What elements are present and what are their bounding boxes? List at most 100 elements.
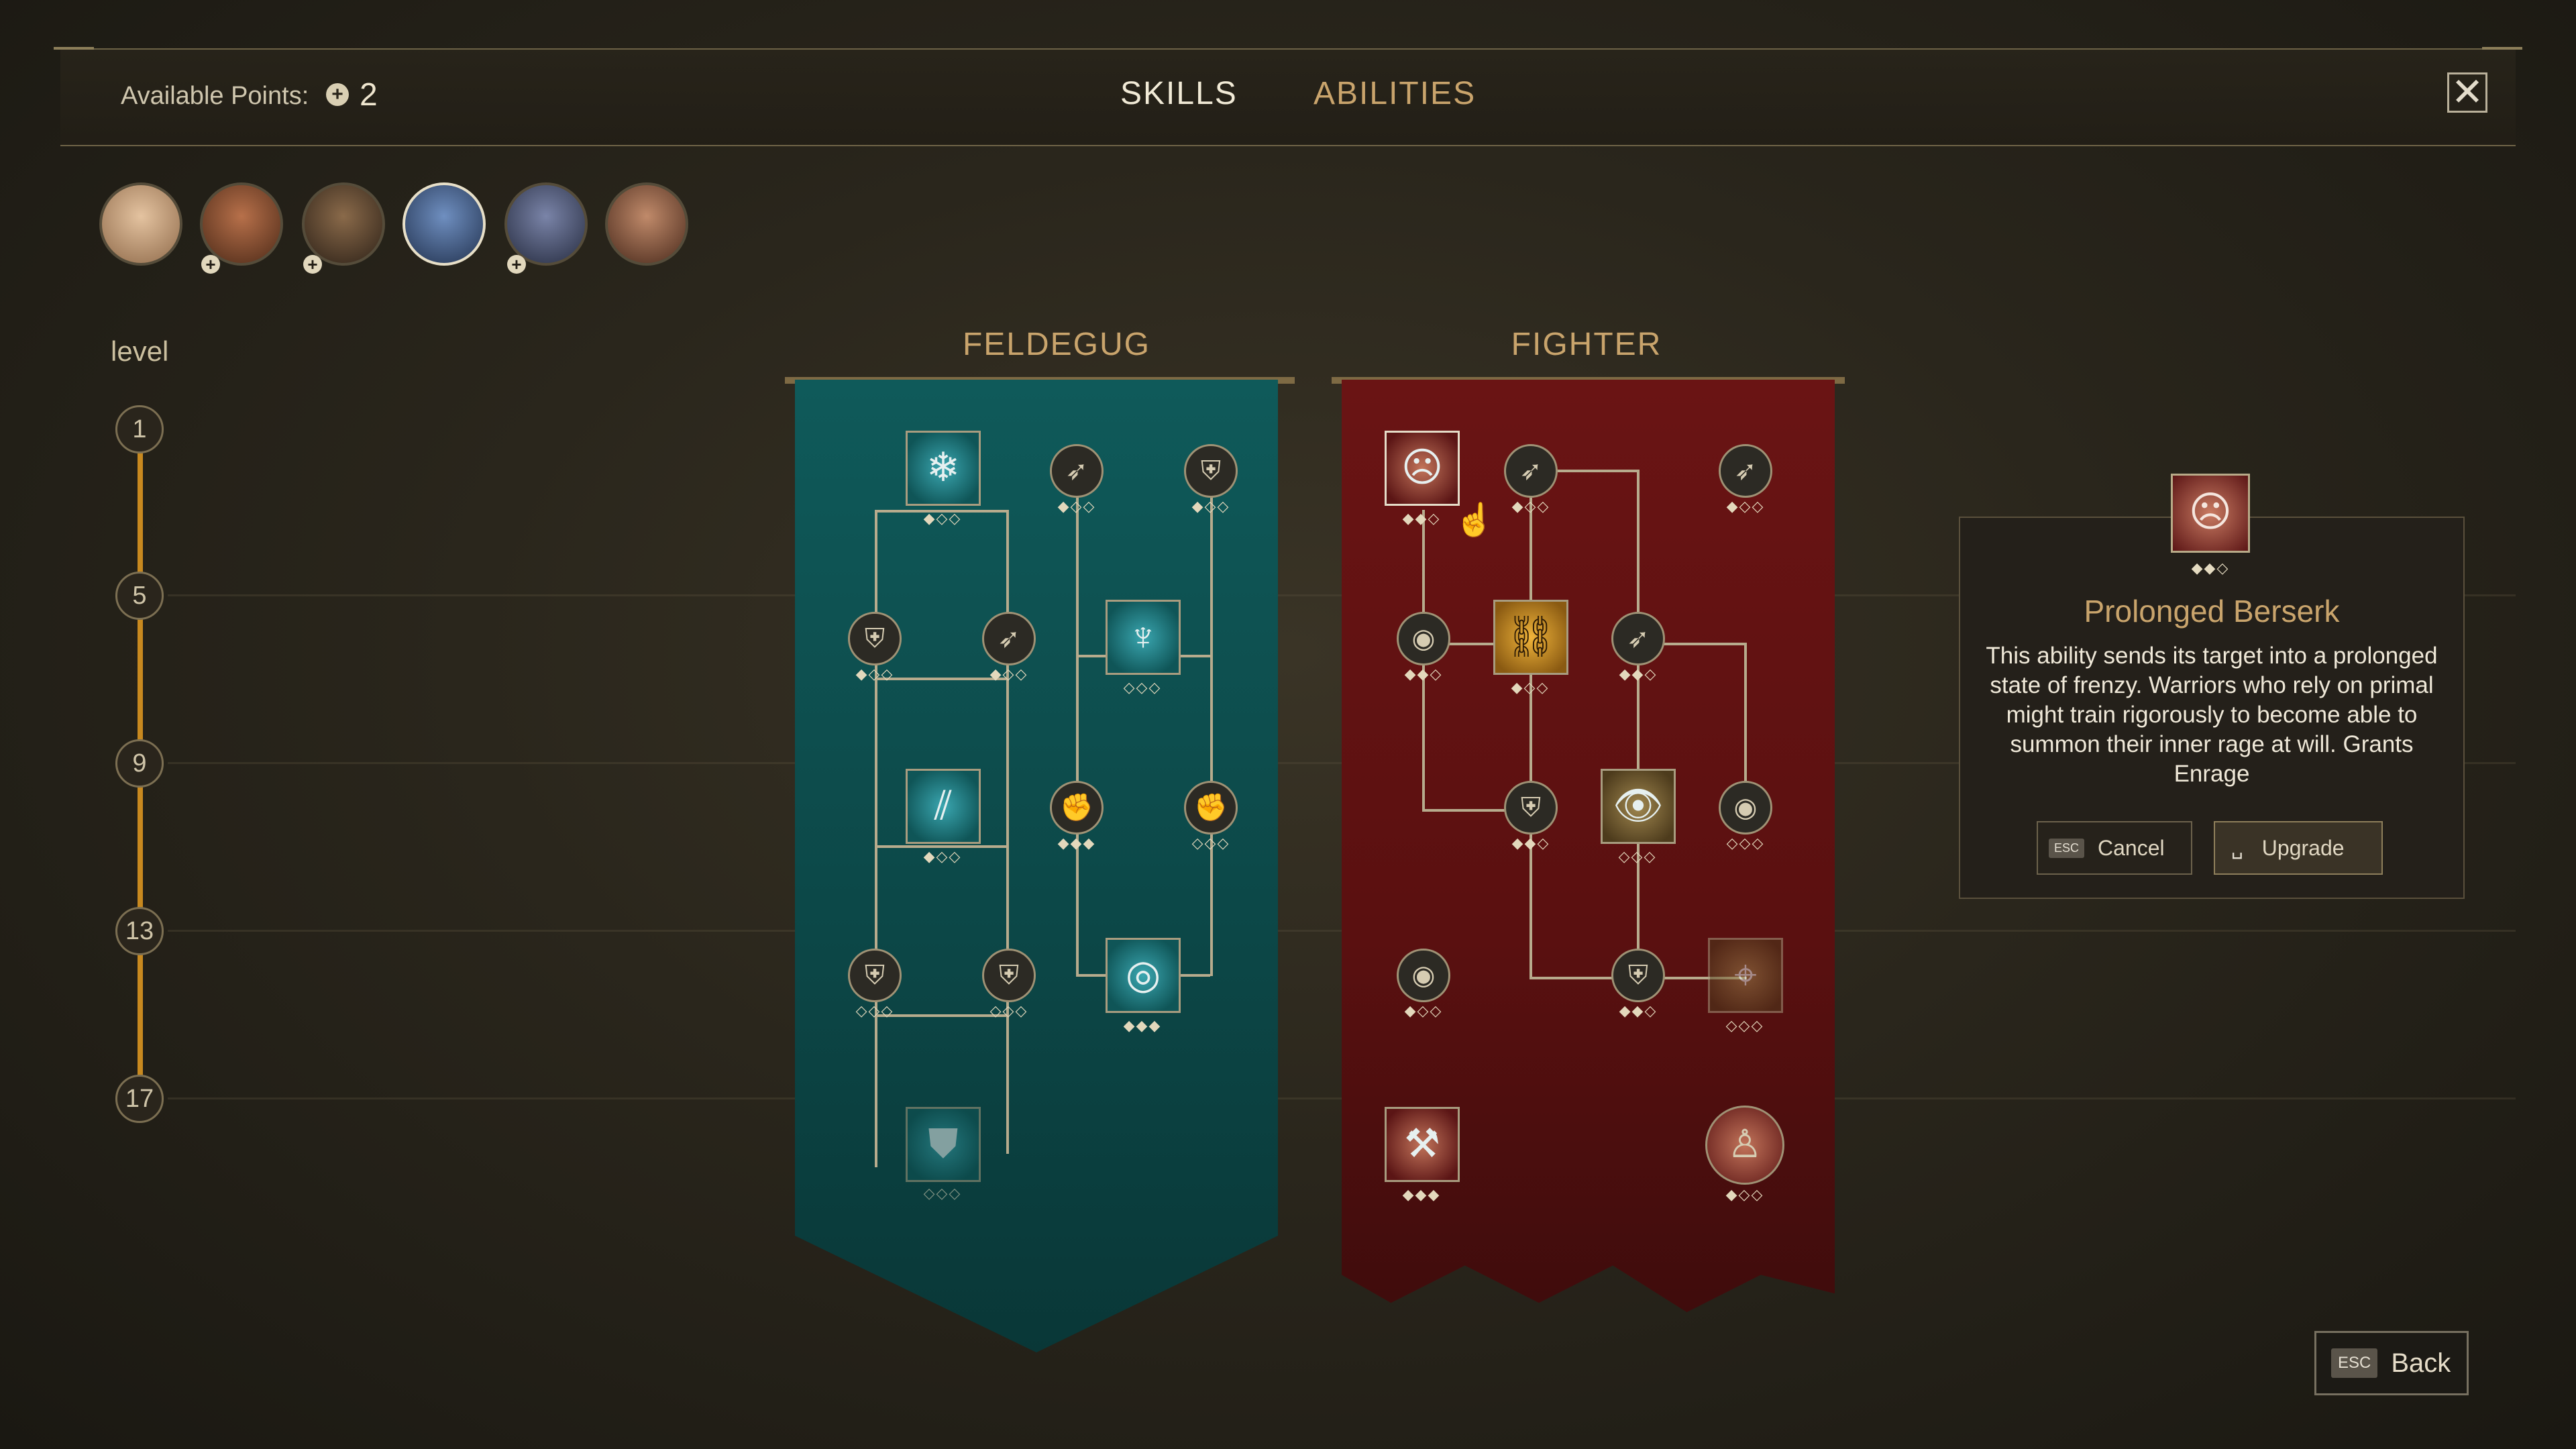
level-marker: 17 (115, 1075, 164, 1123)
level-marker: 9 (115, 739, 164, 788)
skill-rank-pips: ◆◆◆ (1402, 1186, 1441, 1203)
plus-circle-icon: + (507, 255, 526, 274)
esc-key-hint: ESC (2331, 1348, 2378, 1378)
upgrade-button[interactable]: ␣ Upgrade (2214, 821, 2383, 875)
skill-rank-pips: ◆◇◇ (923, 848, 962, 865)
party-portrait[interactable] (605, 182, 688, 266)
party-portrait[interactable] (200, 182, 283, 266)
skill-rank-pips: ◇◇◇ (855, 1002, 894, 1019)
armor-skill-icon[interactable]: ⛨ (848, 612, 902, 665)
back-label: Back (2391, 1348, 2451, 1378)
feldegug-skill-tree (795, 380, 1278, 1352)
tab-skills[interactable]: SKILLS (1120, 75, 1238, 112)
skill-rank-pips: ◆◆◆ (1057, 835, 1096, 851)
arrow-skill-icon[interactable]: ➶ (982, 612, 1036, 665)
skill-rank-pips: ◆◇◇ (1725, 1186, 1764, 1203)
cancel-button[interactable]: ESC Cancel (2037, 821, 2192, 875)
skill-rank-pips: ◆◇◇ (1191, 498, 1230, 515)
skill-rank-pips: ◇◇◇ (923, 1185, 962, 1201)
skill-rank-pips: ◆◇◇ (1511, 498, 1550, 515)
level-label: level (111, 335, 169, 367)
berserk-face-icon: ☹ (2171, 474, 2250, 553)
eye-skill-icon[interactable]: ◉ (1719, 781, 1772, 835)
skill-rank-pips: ◆◇◇ (989, 665, 1028, 682)
skill-rank-pips: ◆◆◇ (1404, 665, 1443, 682)
tree-connector (1529, 470, 1532, 979)
skill-rank-pips: ◆◆◆ (1123, 1017, 1162, 1034)
broken-chain-skill-icon[interactable]: ⛓ (1493, 600, 1568, 675)
plus-circle-icon: + (326, 83, 349, 106)
axe-strike-skill-icon[interactable]: ⚒ (1385, 1107, 1460, 1182)
level-marker: 1 (115, 405, 164, 453)
tooltip-description: This ability sends its target into a pro… (1986, 643, 2438, 787)
swirl-skill-icon[interactable]: ◎ (1106, 938, 1181, 1013)
skill-rank-pips: ◆◇◇ (1726, 498, 1765, 515)
top-bar (60, 48, 2516, 146)
arrow-skill-icon[interactable]: ➶ (1504, 444, 1558, 498)
arrow-skill-icon[interactable]: ➶ (1050, 444, 1104, 498)
arrow-skill-icon[interactable]: ➶ (1719, 444, 1772, 498)
esc-key-hint: ESC (2049, 838, 2085, 858)
plus-circle-icon: + (303, 255, 322, 274)
snowflake-skill-icon[interactable]: ❄ (906, 431, 981, 506)
skill-rank-pips: ◆◆◇ (1402, 510, 1441, 527)
skill-rank-pips: ◆◇◇ (923, 510, 962, 527)
skill-rank-pips: ◆◆◇ (1511, 835, 1550, 851)
tree-connector (875, 510, 877, 1167)
party-portrait[interactable] (504, 182, 588, 266)
claw-slash-skill-icon[interactable]: ⫽ (906, 769, 981, 844)
muscle-figure-skill-icon[interactable]: ♙ (1705, 1106, 1784, 1185)
aura-figure-skill-icon[interactable]: ♆ (1106, 600, 1181, 675)
top-bar-ornament (2482, 47, 2522, 50)
close-button[interactable]: ✕ (2447, 72, 2487, 113)
armor-skill-icon[interactable]: ⛨ (848, 949, 902, 1002)
tooltip-rank-pips: ◆◆◇ (2191, 559, 2230, 576)
tree-title-fighter: FIGHTER (1511, 327, 1662, 362)
back-button[interactable]: ESC Back (2314, 1331, 2469, 1395)
all-seeing-eye-skill-icon[interactable]: 👁 (1601, 769, 1676, 844)
armor-skill-icon[interactable]: ⛨ (1504, 781, 1558, 835)
skill-rank-pips: ◆◆◇ (1619, 1002, 1658, 1019)
skill-rank-pips: ◆◇◇ (1511, 679, 1550, 696)
armor-skill-icon[interactable]: ⛨ (982, 949, 1036, 1002)
party-portrait[interactable] (99, 182, 182, 266)
skill-rank-pips: ◇◇◇ (1618, 848, 1657, 865)
available-points-value: 2 (360, 77, 378, 113)
skill-rank-pips: ◆◇◇ (1404, 1002, 1443, 1019)
target-figure-skill-icon[interactable]: ⌖ (1708, 938, 1783, 1013)
skill-rank-pips: ◆◇◇ (1057, 498, 1096, 515)
level-marker: 13 (115, 907, 164, 955)
upgrade-label: Upgrade (2261, 836, 2345, 860)
hand-cursor-icon: ☝ (1454, 502, 1495, 538)
space-key-hint: ␣ (2231, 837, 2243, 859)
arrow-skill-icon[interactable]: ➶ (1611, 612, 1665, 665)
top-bar-ornament (54, 47, 94, 50)
berserk-face-skill-icon[interactable]: ☹ (1385, 431, 1460, 506)
tree-connector (1210, 493, 1213, 976)
tab-abilities[interactable]: ABILITIES (1313, 75, 1476, 112)
armor-skill-icon[interactable]: ⛨ (1611, 949, 1665, 1002)
party-portrait-selected[interactable] (402, 182, 486, 266)
tooltip-title: Prolonged Berserk (2084, 594, 2340, 629)
eye-skill-icon[interactable]: ◉ (1397, 612, 1450, 665)
fist-skill-icon[interactable]: ✊ (1184, 781, 1238, 835)
level-marker: 5 (115, 572, 164, 620)
party-portrait[interactable] (302, 182, 385, 266)
skill-rank-pips: ◇◇◇ (1725, 1017, 1764, 1034)
shield-hand-skill-icon[interactable]: ⛊ (906, 1107, 981, 1182)
skill-rank-pips: ◇◇◇ (1191, 835, 1230, 851)
close-icon: ✕ (2451, 70, 2484, 114)
skill-rank-pips: ◆◆◇ (1619, 665, 1658, 682)
tree-title-feldegug: FELDEGUG (962, 327, 1151, 362)
cancel-label: Cancel (2098, 836, 2165, 860)
plus-circle-icon: + (201, 255, 220, 274)
eye-skill-icon[interactable]: ◉ (1397, 949, 1450, 1002)
available-points-label: Available Points: (121, 82, 309, 110)
fist-skill-icon[interactable]: ✊ (1050, 781, 1104, 835)
skill-rank-pips: ◇◇◇ (1123, 679, 1162, 696)
tree-connector (1006, 510, 1009, 1154)
armor-skill-icon[interactable]: ⛨ (1184, 444, 1238, 498)
tree-connector (1076, 493, 1079, 976)
skill-rank-pips: ◆◇◇ (855, 665, 894, 682)
skill-rank-pips: ◇◇◇ (1726, 835, 1765, 851)
